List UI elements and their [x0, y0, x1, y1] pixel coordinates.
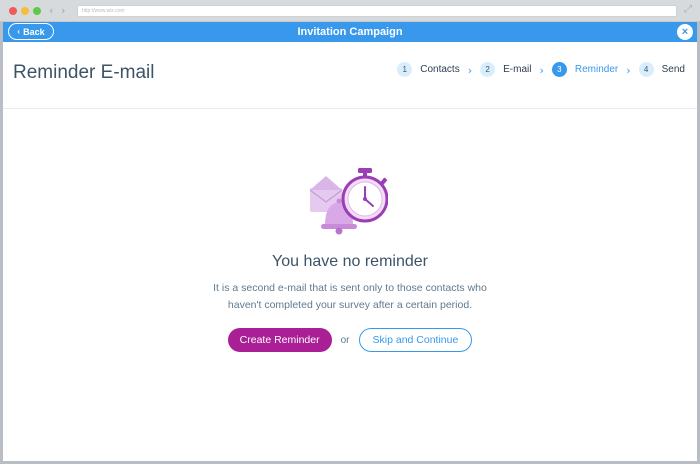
header-title: Invitation Campaign [297, 26, 403, 38]
step-contacts[interactable]: 1 Contacts [397, 61, 460, 77]
browser-chrome: ‹ › http://www.wix.com ⤢ [0, 0, 700, 22]
description-line: It is a second e-mail that is sent only … [213, 282, 487, 294]
maximize-window-dot[interactable] [33, 7, 41, 15]
close-icon: × [681, 26, 689, 38]
stopwatch-icon [341, 168, 388, 223]
url-bar[interactable]: http://www.wix.com [77, 5, 677, 17]
minimize-window-dot[interactable] [21, 7, 29, 15]
step-number: 4 [638, 61, 654, 77]
step-send[interactable]: 4 Send [638, 61, 685, 77]
close-window-dot[interactable] [9, 7, 17, 15]
browser-back-icon[interactable]: ‹ [49, 4, 53, 18]
browser-forward-icon[interactable]: › [61, 4, 65, 18]
step-label: E-mail [503, 63, 532, 75]
chevron-right-icon: › [467, 63, 473, 77]
wizard-steps: 1 Contacts › 2 E-mail › 3 Reminder › 4 S… [397, 61, 685, 77]
chevron-right-icon: › [626, 63, 631, 77]
skip-and-continue-button[interactable]: Skip and Continue [358, 328, 473, 352]
empty-state-actions: Create Reminder or Skip and Continue [3, 328, 697, 352]
step-number: 2 [480, 61, 496, 77]
back-label: Back [23, 26, 45, 37]
empty-state-description: It is a second e-mail that is sent only … [3, 280, 697, 314]
reminder-bell-stopwatch-icon [309, 168, 388, 235]
step-email[interactable]: 2 E-mail [480, 61, 532, 77]
empty-state-title: You have no reminder [272, 253, 428, 270]
step-label: Send [661, 63, 685, 75]
app-window: Invitation Campaign ‹ Back × Reminder E-… [3, 22, 697, 461]
chevron-right-icon: › [539, 63, 544, 77]
page-title: Reminder E-mail [13, 62, 155, 83]
step-reminder[interactable]: 3 Reminder [551, 61, 619, 77]
chevron-left-icon: ‹ [17, 27, 21, 36]
subheader: Reminder E-mail 1 Contacts › 2 E-mail › … [3, 42, 697, 109]
close-button[interactable]: × [677, 24, 693, 40]
step-number: 1 [397, 61, 413, 77]
create-reminder-button[interactable]: Create Reminder [227, 328, 332, 352]
back-button[interactable]: ‹ Back [8, 23, 54, 40]
or-label: or [340, 334, 350, 346]
description-line: haven't completed your survey after a ce… [227, 299, 473, 311]
header-bar: Invitation Campaign ‹ Back × [3, 22, 697, 42]
step-label: Reminder [574, 63, 619, 75]
step-number: 3 [551, 61, 567, 77]
empty-state: You have no reminder It is a second e-ma… [3, 110, 697, 461]
step-label: Contacts [420, 63, 460, 75]
expand-icon[interactable]: ⤢ [684, 4, 692, 15]
